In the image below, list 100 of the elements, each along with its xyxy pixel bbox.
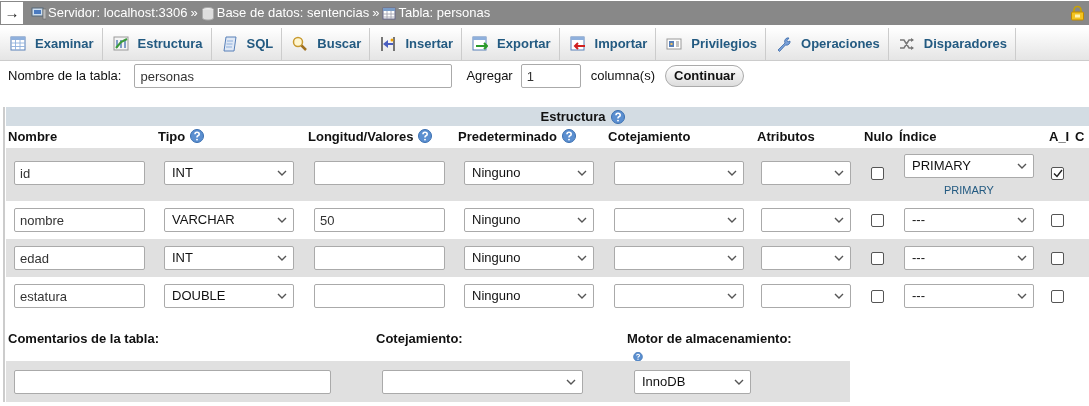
tab[interactable]: Exportar: [462, 28, 560, 60]
collation-dropdown[interactable]: [382, 369, 583, 394]
tab[interactable]: Insertar: [370, 28, 463, 60]
default-dropdown[interactable]: Ninguno: [464, 246, 594, 270]
collation-dropdown[interactable]: [614, 208, 744, 232]
engine-dropdown[interactable]: InnoDB: [634, 369, 751, 394]
continue-button[interactable]: Continuar: [665, 65, 745, 87]
tab[interactable]: Privilegios: [656, 28, 767, 60]
tab[interactable]: Disparadores: [888, 28, 1016, 60]
type-dropdown[interactable]: DOUBLE: [164, 284, 294, 308]
chevron-icon: [1017, 217, 1027, 223]
chevron-icon: [577, 217, 587, 223]
column-header: Nulo: [864, 129, 893, 145]
lock-icon: [1070, 5, 1085, 21]
index-dropdown[interactable]: ---: [904, 284, 1034, 308]
column-count-field[interactable]: 1: [520, 64, 581, 88]
null-checkbox[interactable]: [871, 290, 884, 303]
index-dropdown[interactable]: PRIMARY: [904, 154, 1034, 178]
auto-increment-checkbox[interactable]: [1051, 167, 1064, 180]
auto-increment-checkbox[interactable]: [1051, 252, 1064, 265]
table-name-field[interactable]: personas: [134, 64, 453, 88]
collation-dropdown[interactable]: [614, 284, 744, 308]
wrench-icon: [776, 36, 793, 52]
chart-icon: [112, 36, 129, 52]
type-dropdown[interactable]: VARCHAR: [164, 208, 294, 232]
column-header: Predeterminado: [458, 129, 557, 145]
auto-increment-checkbox[interactable]: [1051, 290, 1064, 303]
length-field[interactable]: [314, 161, 445, 185]
field-label: Agregar: [466, 67, 513, 86]
back-arrow-button[interactable]: →: [1, 2, 23, 24]
type-dropdown[interactable]: INT: [164, 161, 294, 185]
breadcrumb-separator: »: [190, 4, 198, 23]
column-header: Nombre: [8, 129, 58, 145]
length-field[interactable]: [314, 284, 445, 308]
breadcrumb-link[interactable]: Base de datos: sentencias: [216, 3, 370, 23]
column-header: C: [1075, 129, 1085, 145]
length-field[interactable]: 50: [314, 208, 445, 232]
chevron-icon: [577, 293, 587, 299]
field-label: Comentarios de la tabla:: [8, 331, 159, 346]
import-icon: [569, 36, 586, 52]
tab[interactable]: Importar: [559, 28, 657, 60]
tab[interactable]: Examinar: [0, 28, 103, 60]
column-name-field[interactable]: edad: [14, 246, 145, 270]
tab[interactable]: Buscar: [282, 28, 371, 60]
insert-row-icon: [380, 36, 397, 52]
attributes-dropdown[interactable]: [761, 208, 851, 232]
null-checkbox[interactable]: [871, 252, 884, 265]
comments-field[interactable]: [14, 369, 331, 394]
help-icon: [631, 351, 645, 361]
tab[interactable]: SQL: [211, 28, 283, 60]
collation-dropdown[interactable]: [614, 161, 744, 185]
breadcrumb-link[interactable]: Tabla: personas: [398, 3, 491, 23]
null-checkbox[interactable]: [871, 167, 884, 180]
section-header: Estructura: [6, 107, 1089, 126]
id-card-icon: [666, 36, 683, 52]
chevron-icon: [1017, 163, 1027, 169]
column-name-field[interactable]: estatura: [14, 284, 145, 308]
field-label: Cotejamiento:: [376, 331, 463, 346]
type-dropdown[interactable]: INT: [164, 246, 294, 270]
index-dropdown[interactable]: ---: [904, 246, 1034, 270]
chevron-icon: [277, 217, 287, 223]
chevron-icon: [834, 255, 844, 261]
length-field[interactable]: [314, 246, 445, 270]
default-dropdown[interactable]: Ninguno: [464, 284, 594, 308]
help-icon: [562, 129, 576, 144]
chevron-icon: [834, 217, 844, 223]
attributes-dropdown[interactable]: [761, 284, 851, 308]
default-dropdown[interactable]: Ninguno: [464, 208, 594, 232]
breadcrumb-separator: »: [372, 4, 380, 23]
chevron-icon: [727, 170, 737, 176]
table-icon: [382, 5, 398, 21]
chevron-icon: [834, 293, 844, 299]
attributes-dropdown[interactable]: [761, 161, 851, 185]
chevron-icon: [834, 170, 844, 176]
chevron-icon: [577, 255, 587, 261]
default-dropdown[interactable]: Ninguno: [464, 161, 594, 185]
export-icon: [472, 36, 489, 52]
tab[interactable]: Estructura: [102, 28, 212, 60]
chevron-icon: [577, 170, 587, 176]
column-header: Atributos: [757, 129, 815, 145]
null-checkbox[interactable]: [871, 214, 884, 227]
breadcrumb-link[interactable]: Servidor: localhost:3306: [48, 3, 188, 23]
tab[interactable]: Operaciones: [766, 28, 889, 60]
index-dropdown[interactable]: ---: [904, 208, 1034, 232]
column-header: A_I: [1049, 129, 1070, 145]
field-label: Motor de almacenamiento:: [627, 330, 792, 348]
collation-dropdown[interactable]: [614, 246, 744, 270]
help-icon: [610, 109, 625, 124]
column-name-field[interactable]: id: [14, 161, 145, 185]
index-note: PRIMARY: [943, 183, 995, 198]
field-label: Nombre de la tabla:: [8, 67, 122, 86]
chevron-icon: [277, 293, 287, 299]
attributes-dropdown[interactable]: [761, 246, 851, 270]
database-icon: [200, 5, 216, 21]
chevron-icon: [727, 217, 737, 223]
column-header: Cotejamiento: [608, 129, 691, 145]
auto-increment-checkbox[interactable]: [1051, 214, 1064, 227]
chevron-icon: [727, 293, 737, 299]
column-name-field[interactable]: nombre: [14, 208, 145, 232]
help-icon: [418, 129, 433, 144]
